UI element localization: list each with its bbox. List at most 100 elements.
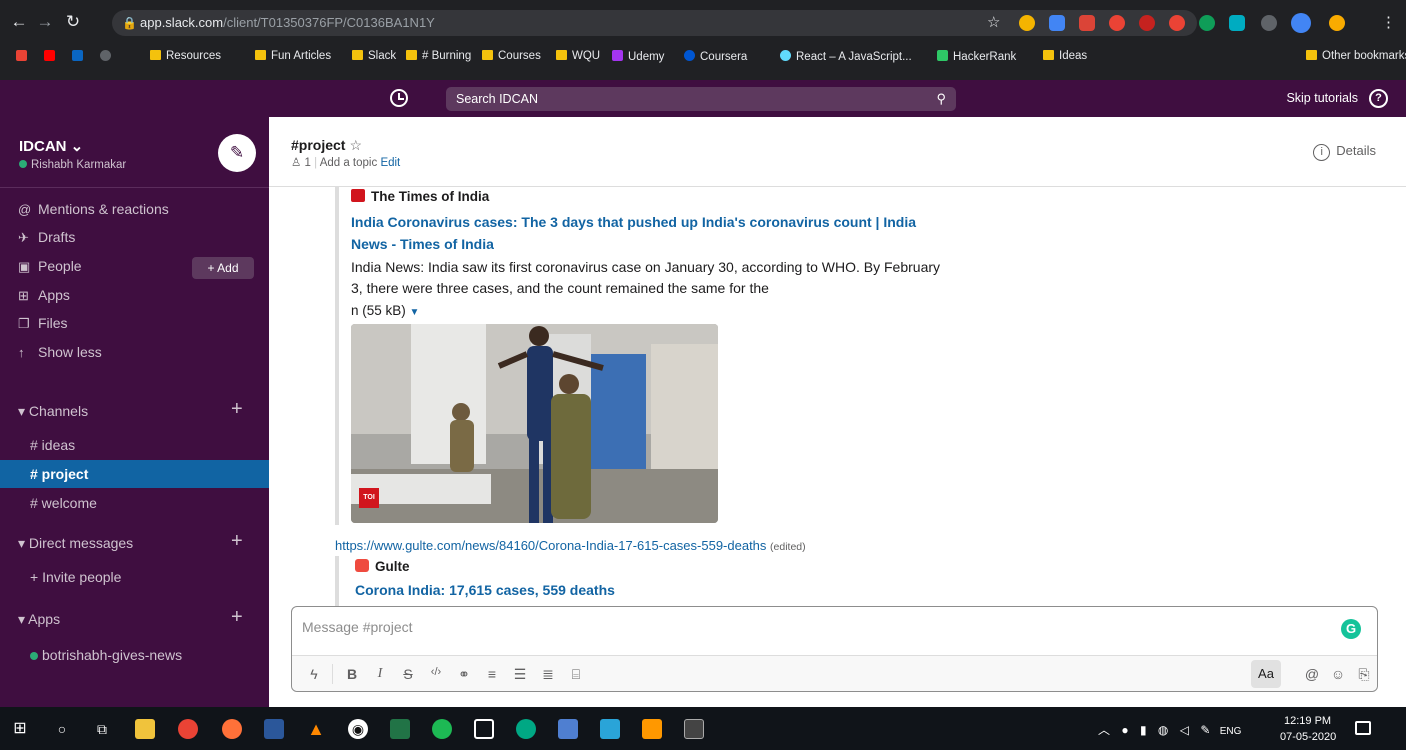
attachment-size[interactable]: n (55 kB) ▼ bbox=[351, 303, 419, 318]
details-button[interactable]: i Details bbox=[1313, 143, 1376, 161]
whatsapp-icon[interactable] bbox=[516, 719, 536, 739]
linkedin-icon[interactable] bbox=[72, 50, 88, 63]
member-count[interactable]: 1 bbox=[305, 157, 311, 169]
volume-icon[interactable]: ◁ bbox=[1180, 723, 1189, 737]
channels-header[interactable]: ▾ Channels bbox=[18, 403, 88, 420]
channel-welcome[interactable]: # welcome bbox=[0, 489, 269, 517]
ordered-list-icon[interactable]: ≡ bbox=[482, 666, 502, 682]
add-dm-icon[interactable]: + bbox=[231, 530, 243, 553]
formatting-toggle-button[interactable]: Aa bbox=[1251, 660, 1281, 688]
terminal-icon[interactable] bbox=[684, 719, 704, 739]
extension-icon[interactable] bbox=[1139, 15, 1155, 31]
channel-project[interactable]: # project bbox=[0, 460, 269, 488]
nav-drafts[interactable]: ✈ Drafts bbox=[18, 229, 75, 246]
skip-tutorials-button[interactable]: Skip tutorials bbox=[1286, 91, 1358, 105]
apps-header[interactable]: ▾ Apps bbox=[18, 611, 60, 628]
italic-icon[interactable]: I bbox=[370, 666, 390, 682]
bookmark-coursera[interactable]: Coursera bbox=[684, 50, 747, 63]
extension-icon[interactable] bbox=[1199, 15, 1215, 31]
windows-start-icon[interactable]: ⊞ bbox=[10, 719, 30, 739]
tray-icon[interactable]: ● bbox=[1121, 723, 1128, 737]
bookmark-star-icon[interactable]: ☆ bbox=[987, 13, 1000, 31]
nav-mentions[interactable]: @ Mentions & reactions bbox=[18, 201, 169, 217]
network-icon[interactable]: ◍ bbox=[1158, 723, 1168, 737]
photos-icon[interactable] bbox=[600, 719, 620, 739]
emoji-icon[interactable]: ☺ bbox=[1328, 666, 1348, 682]
add-topic-link[interactable]: Add a topic bbox=[320, 157, 378, 169]
nav-people[interactable]: ▣ People bbox=[18, 258, 82, 275]
bookmark-hackerrank[interactable]: HackerRank bbox=[937, 50, 1016, 63]
tray-chevron-icon[interactable]: ︿ bbox=[1098, 723, 1110, 737]
extension-icon[interactable] bbox=[1019, 15, 1035, 31]
grammarly-icon[interactable]: G bbox=[1341, 619, 1361, 639]
app-icon[interactable]: ◉ bbox=[348, 719, 368, 739]
blockquote-icon[interactable]: ≣ bbox=[538, 666, 558, 683]
nav-show-less[interactable]: ↑ Show less bbox=[18, 344, 102, 360]
sublime-icon[interactable] bbox=[642, 719, 662, 739]
bookmark-courses[interactable]: Courses bbox=[482, 50, 541, 62]
bookmark-react[interactable]: React – A JavaScript... bbox=[780, 50, 912, 63]
extension-icon[interactable] bbox=[1229, 15, 1245, 31]
vlc-icon[interactable]: ▲ bbox=[306, 719, 326, 739]
news-photo[interactable]: TOI bbox=[351, 324, 718, 523]
bookmark-udemy[interactable]: Udemy bbox=[612, 50, 664, 63]
message-url-link[interactable]: https://www.gulte.com/news/84160/Corona-… bbox=[335, 538, 806, 553]
channel-title[interactable]: #project ☆ bbox=[291, 137, 362, 154]
add-app-icon[interactable]: + bbox=[231, 606, 243, 629]
search-input[interactable]: Search IDCAN ⚲ bbox=[446, 87, 956, 111]
extension-icon[interactable] bbox=[1049, 15, 1065, 31]
compose-button[interactable]: ✎ bbox=[218, 134, 256, 172]
channel-ideas[interactable]: # ideas bbox=[0, 431, 269, 459]
clock-time[interactable]: 12:19 PM bbox=[1284, 715, 1331, 727]
language-indicator[interactable]: ENG bbox=[1220, 726, 1242, 737]
strikethrough-icon[interactable]: S bbox=[398, 666, 418, 682]
nav-apps[interactable]: ⊞ Apps bbox=[18, 287, 70, 304]
bookmark-icon[interactable] bbox=[100, 50, 116, 63]
code-icon[interactable]: ‹/› bbox=[426, 666, 446, 678]
bookmark-resources[interactable]: Resources bbox=[150, 50, 221, 62]
app-bot-item[interactable]: botrishabh-gives-news bbox=[0, 641, 269, 669]
excel-icon[interactable] bbox=[390, 719, 410, 739]
spotify-icon[interactable] bbox=[432, 719, 452, 739]
notification-icon[interactable] bbox=[1355, 721, 1371, 735]
extension-icon[interactable] bbox=[1169, 15, 1185, 31]
message-input[interactable] bbox=[302, 619, 1302, 635]
link-icon[interactable]: ⚭ bbox=[454, 666, 474, 683]
browser-menu-icon[interactable]: ⋮ bbox=[1381, 13, 1396, 31]
history-icon[interactable] bbox=[390, 89, 408, 107]
shortcuts-lightning-icon[interactable]: ϟ bbox=[304, 666, 324, 682]
mention-icon[interactable]: @ bbox=[1302, 666, 1322, 682]
help-icon[interactable]: ? bbox=[1369, 89, 1388, 108]
firefox-icon[interactable] bbox=[222, 719, 242, 739]
code-block-icon[interactable]: ⌸ bbox=[566, 666, 586, 683]
bold-icon[interactable]: B bbox=[342, 666, 362, 682]
bookmark-ideas[interactable]: Ideas bbox=[1043, 50, 1087, 62]
media-player-icon[interactable] bbox=[474, 719, 494, 739]
members-icon[interactable]: ♙ bbox=[291, 157, 301, 169]
chrome-icon[interactable] bbox=[178, 719, 198, 739]
bookmark-slack[interactable]: Slack bbox=[352, 50, 396, 62]
edit-topic-link[interactable]: Edit bbox=[380, 157, 400, 169]
clock-date[interactable]: 07-05-2020 bbox=[1280, 731, 1336, 743]
bulleted-list-icon[interactable]: ☰ bbox=[510, 666, 530, 683]
nav-files[interactable]: ❐ Files bbox=[18, 315, 68, 332]
task-view-icon[interactable]: ⧉ bbox=[92, 719, 112, 739]
extension-icon[interactable] bbox=[1329, 15, 1345, 31]
direct-messages-header[interactable]: ▾ Direct messages bbox=[18, 535, 133, 552]
app-icon[interactable] bbox=[558, 719, 578, 739]
add-channel-icon[interactable]: + bbox=[231, 398, 243, 421]
gmail-icon[interactable] bbox=[16, 50, 32, 63]
file-explorer-icon[interactable] bbox=[135, 719, 155, 739]
search-circle-icon[interactable]: ○ bbox=[52, 719, 72, 739]
invite-people-link[interactable]: + Invite people bbox=[0, 563, 269, 591]
bookmark-burning[interactable]: # Burning bbox=[406, 50, 471, 62]
add-people-button[interactable]: + Add bbox=[192, 257, 254, 279]
profile-avatar[interactable] bbox=[1291, 13, 1311, 33]
pen-icon[interactable]: ✎ bbox=[1200, 723, 1210, 737]
extension-icon[interactable] bbox=[1261, 15, 1277, 31]
battery-icon[interactable]: ▮ bbox=[1140, 723, 1147, 737]
bookmark-fun-articles[interactable]: Fun Articles bbox=[255, 50, 331, 62]
workspace-name[interactable]: IDCAN ⌄ bbox=[19, 137, 83, 155]
extension-icon[interactable] bbox=[1109, 15, 1125, 31]
bookmark-other[interactable]: Other bookmarks bbox=[1306, 50, 1406, 62]
